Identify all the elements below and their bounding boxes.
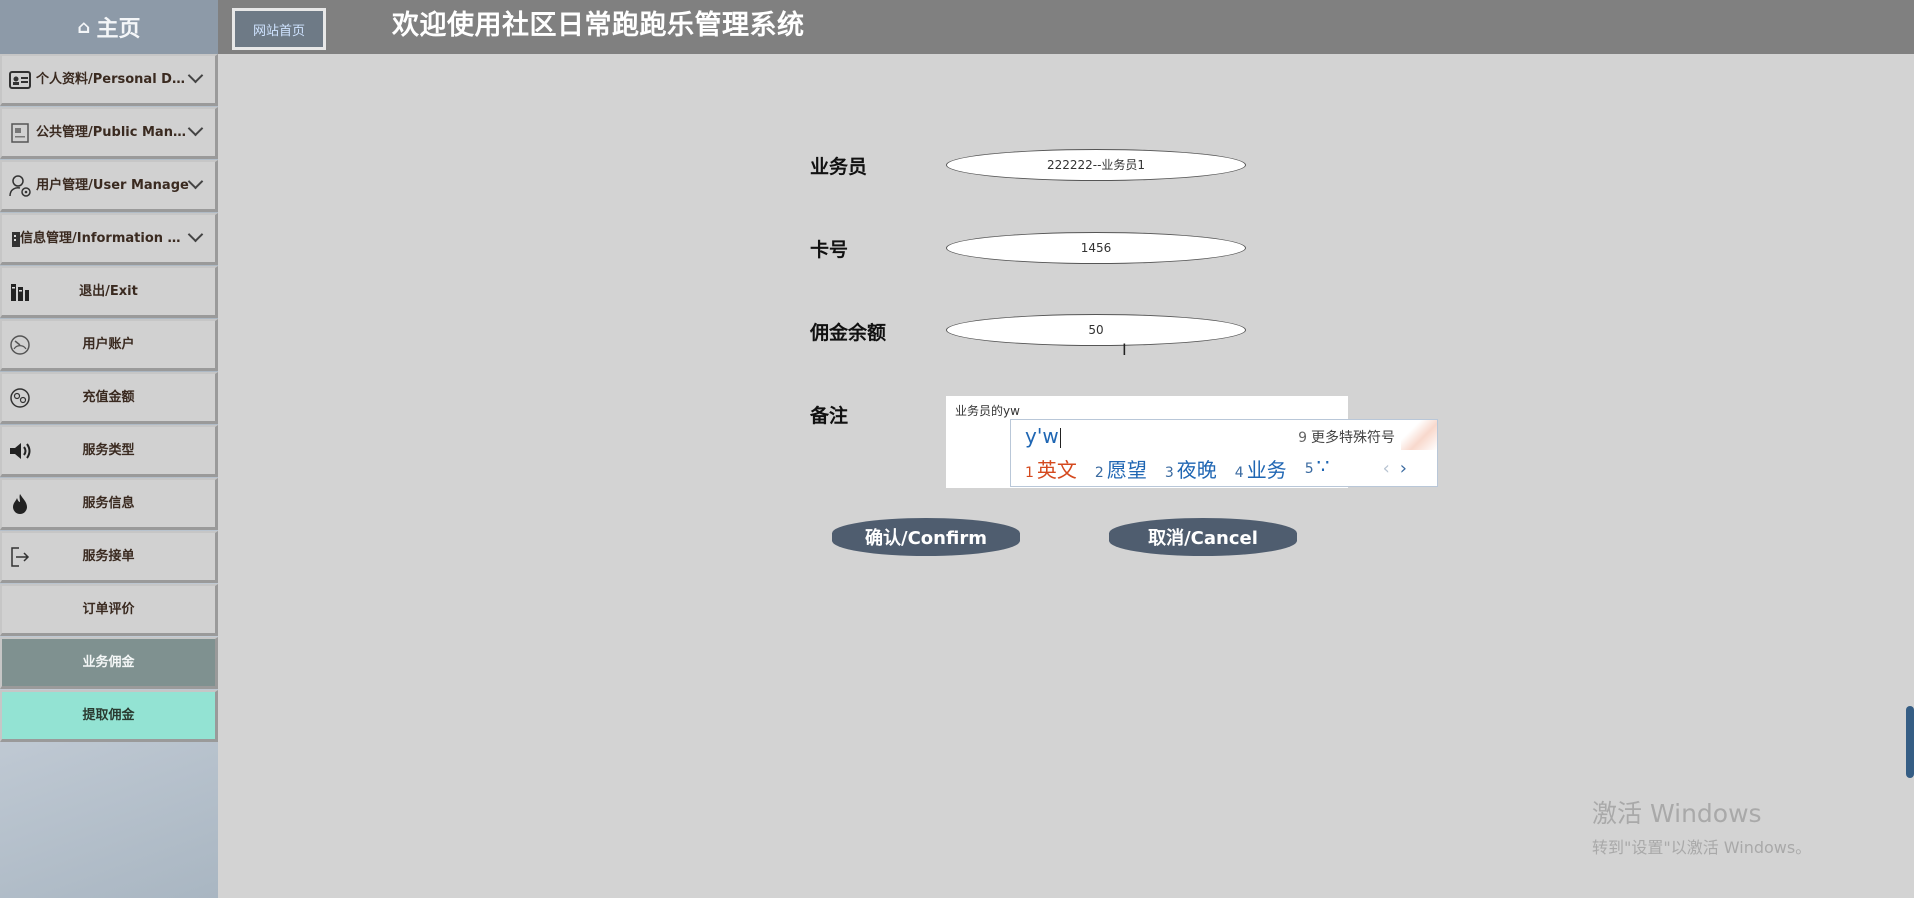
watermark-line2: 转到"设置"以激活 Windows。 [1592, 838, 1812, 857]
chevron-down-icon [187, 173, 204, 190]
ime-candidate-text: 业务 [1246, 458, 1287, 482]
sidebar-item-service-info[interactable]: 服务信息 [0, 478, 218, 530]
sidebar-item-label: 退出/Exit [79, 284, 138, 299]
card-number-field[interactable]: 1456 [946, 232, 1246, 264]
sidebar-item-label: 服务类型 [82, 443, 135, 458]
sidebar-item-label: 提取佣金 [82, 708, 135, 723]
ime-composition: y'w [1025, 424, 1061, 448]
sidebar-item-label: 服务信息 [82, 496, 135, 511]
sidebar-item-public-manage[interactable]: 公共管理/Public Manage [0, 107, 218, 159]
sidebar: 个人资料/Personal Data 公共管理/Public Manage 用户… [0, 54, 218, 898]
user-gear-icon [8, 174, 32, 198]
ime-candidate-list: 1 英文 2 愿望 3 夜晚 4 业务 5 ∵ [1025, 454, 1329, 483]
chevron-down-icon [187, 67, 204, 84]
page-title: 欢迎使用社区日常跑跑乐管理系统 [392, 10, 805, 41]
home-icon: ⌂ [77, 16, 91, 38]
site-home-button[interactable]: 网站首页 [232, 8, 326, 50]
ime-more-symbols[interactable]: 9 更多特殊符号 [1298, 427, 1395, 447]
home-link[interactable]: ⌂ 主页 [0, 0, 218, 54]
sidebar-item-label: 订单评价 [82, 602, 135, 617]
salesman-field[interactable]: 222222--业务员1 [946, 149, 1246, 181]
home-label: 主页 [96, 17, 141, 42]
sidebar-item-service-order[interactable]: 服务接单 [0, 531, 218, 583]
books-icon [8, 280, 32, 304]
chevron-down-icon [187, 120, 204, 137]
chevron-left-icon[interactable]: ‹ [1383, 458, 1400, 479]
ime-candidate-number: 2 [1094, 465, 1104, 481]
ime-more-label: 更多特殊符号 [1311, 430, 1395, 446]
ime-candidate[interactable]: 5 ∵ [1305, 454, 1330, 483]
sidebar-item-label: 个人资料/Personal Data [36, 72, 189, 87]
ime-candidate[interactable]: 1 英文 [1025, 454, 1077, 483]
remark-label: 备注 [810, 405, 849, 427]
sidebar-item-user-account[interactable]: 用户账户 [0, 319, 218, 371]
gauge-icon [8, 333, 32, 357]
sidebar-item-label: 充值金额 [82, 390, 135, 405]
ime-skin-decoration [1401, 420, 1437, 450]
sidebar-item-personal-data[interactable]: 个人资料/Personal Data [0, 54, 218, 106]
ime-candidate-text: 愿望 [1106, 458, 1147, 482]
salesman-label: 业务员 [810, 156, 868, 178]
top-bar: ⌂ 主页 网站首页 欢迎使用社区日常跑跑乐管理系统 [0, 0, 1914, 54]
sidebar-item-label: 公共管理/Public Manage [36, 125, 189, 140]
document-icon [8, 121, 32, 145]
sidebar-item-business-commission[interactable]: 业务佣金 [0, 637, 218, 689]
sidebar-item-withdraw-commission[interactable]: 提取佣金 [0, 690, 218, 742]
id-card-icon [8, 68, 32, 92]
chevron-down-icon [187, 226, 204, 243]
ime-more-number: 9 [1298, 430, 1307, 446]
chevron-right-icon[interactable]: › [1400, 458, 1417, 479]
watermark-line1: 激活 Windows [1592, 799, 1762, 828]
edge-scroll-handle[interactable] [1906, 706, 1914, 778]
confirm-button[interactable]: 确认/Confirm [832, 518, 1020, 556]
commission-balance-label: 佣金余额 [810, 322, 887, 344]
sidebar-item-information-manage[interactable]: 信息管理/Information Man... [0, 213, 218, 265]
sidebar-item-label: 业务佣金 [82, 655, 135, 670]
speaker-icon [8, 439, 32, 463]
commission-balance-field[interactable]: 50 [946, 314, 1246, 346]
ime-candidate-text: 英文 [1036, 458, 1077, 482]
card-number-label: 卡号 [810, 239, 849, 261]
ime-candidate-window[interactable]: y'w 9 更多特殊符号 1 英文 2 愿望 3 夜晚 4 业务 5 ∵ ‹› [1010, 419, 1438, 487]
ime-candidate-number: 3 [1164, 465, 1174, 481]
sidebar-item-service-type[interactable]: 服务类型 [0, 425, 218, 477]
ime-candidate-text: 夜晚 [1176, 458, 1217, 482]
ime-candidate[interactable]: 4 业务 [1235, 454, 1287, 483]
coin-icon [8, 386, 32, 410]
ime-candidate-number: 1 [1025, 465, 1034, 481]
logout-icon [8, 545, 32, 569]
ime-composition-text: y'w [1025, 424, 1059, 448]
ime-candidate-text: ∵ [1316, 454, 1330, 478]
sidebar-item-user-manage[interactable]: 用户管理/User Manage [0, 160, 218, 212]
ime-caret [1059, 427, 1061, 448]
ime-candidate[interactable]: 3 夜晚 [1165, 454, 1217, 483]
ime-page-nav: ‹› [1383, 458, 1417, 479]
text-cursor-icon: I [1122, 340, 1127, 359]
ime-candidate-number: 4 [1234, 465, 1244, 481]
sidebar-item-order-review[interactable]: 订单评价 [0, 584, 218, 636]
windows-activation-watermark: 激活 Windows 转到"设置"以激活 Windows。 [1592, 794, 1811, 858]
ime-candidate[interactable]: 2 愿望 [1095, 454, 1147, 483]
flame-icon [8, 492, 32, 516]
sidebar-item-label: 信息管理/Information Man... [20, 231, 189, 246]
sidebar-item-label: 用户管理/User Manage [36, 178, 189, 193]
ime-candidate-number: 5 [1304, 461, 1314, 477]
cancel-button[interactable]: 取消/Cancel [1109, 518, 1297, 556]
sidebar-item-label: 用户账户 [82, 337, 135, 352]
sidebar-item-recharge[interactable]: 充值金额 [0, 372, 218, 424]
sidebar-item-exit[interactable]: 退出/Exit [0, 266, 218, 318]
sidebar-item-label: 服务接单 [82, 549, 135, 564]
